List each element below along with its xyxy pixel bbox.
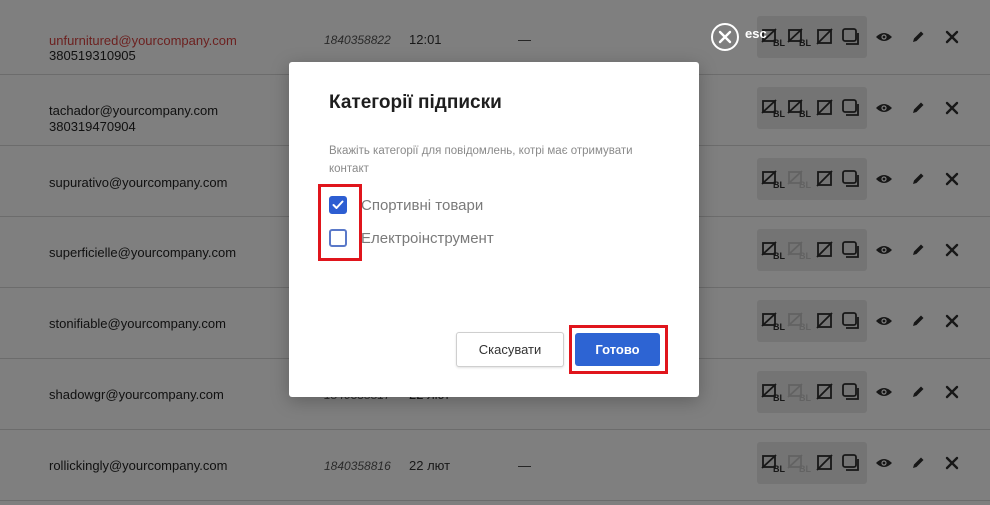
category-label[interactable]: Електроінструмент [361,230,494,247]
done-button-highlight [569,325,668,374]
close-modal-control[interactable]: esc [711,23,767,51]
category-label[interactable]: Спортивні товари [361,197,483,214]
close-icon[interactable] [711,23,739,51]
cancel-button[interactable]: Скасувати [456,332,564,367]
dialog-title: Категорії підписки [329,92,502,113]
esc-label: esc [745,25,767,41]
dialog-description: Вкажіть категорії для повідомлень, котрі… [329,145,633,175]
checkbox-highlight [318,184,362,261]
